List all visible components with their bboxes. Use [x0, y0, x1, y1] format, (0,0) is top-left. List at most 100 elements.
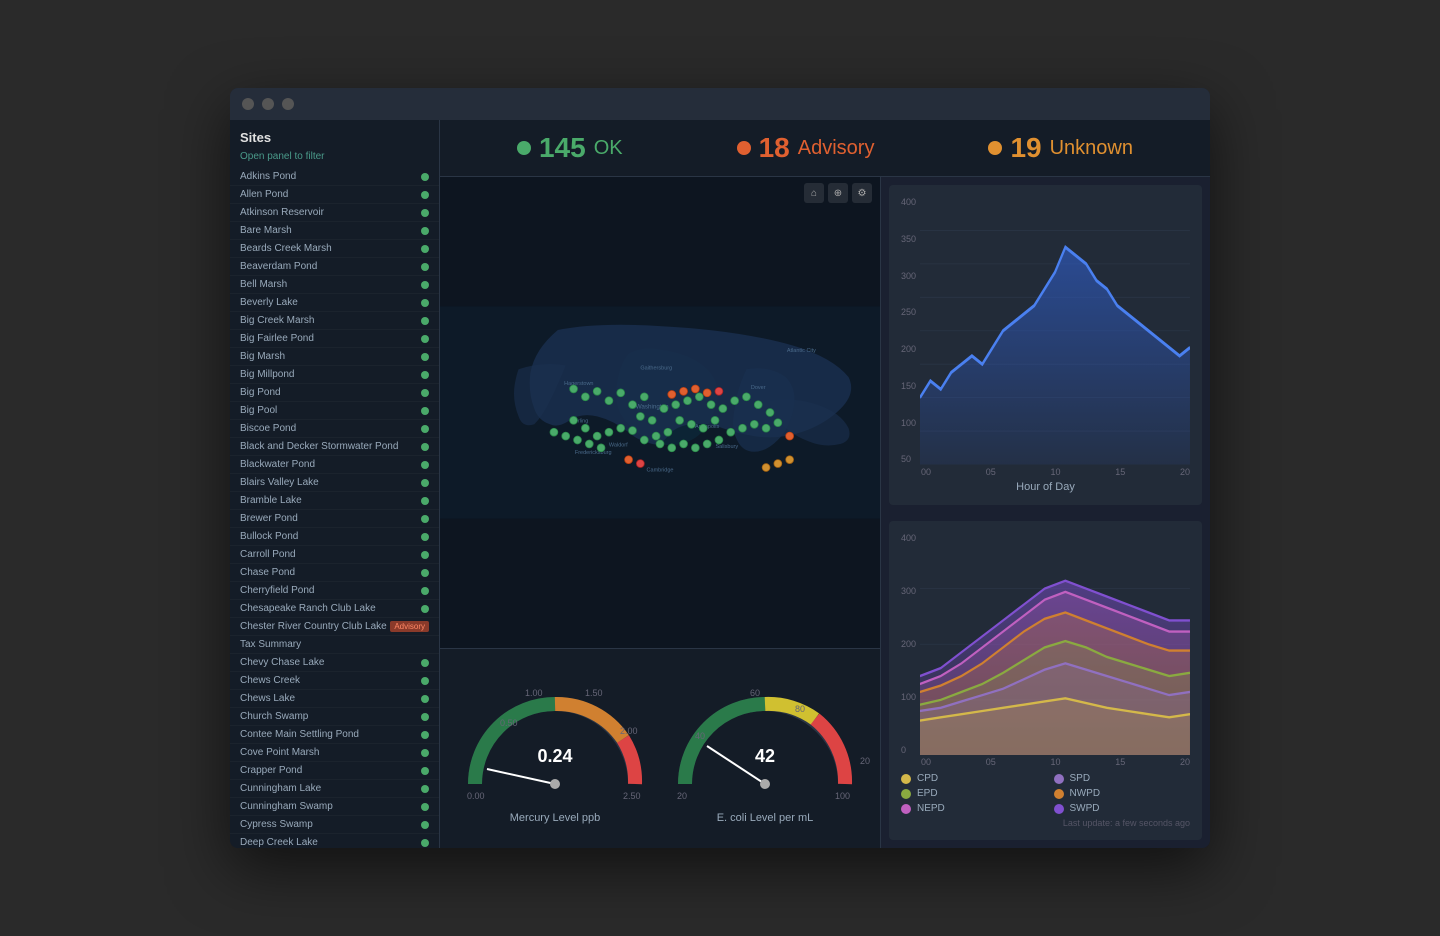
site-status-dot [421, 209, 429, 217]
legend-cpd: CPD [901, 773, 1038, 784]
site-item[interactable]: Beards Creek Marsh [230, 240, 439, 258]
svg-text:Gaithersburg: Gaithersburg [640, 365, 672, 371]
ecoli-gauge-container: 20 60 80 100 40 20 42 E. coli Level per … [665, 674, 865, 824]
ok-count: 145 [539, 132, 586, 164]
site-item[interactable]: Blairs Valley Lake [230, 474, 439, 492]
spd-indicator [1054, 774, 1064, 784]
site-item[interactable]: Beaverdam Pond [230, 258, 439, 276]
legend-swpd: SWPD [1054, 803, 1191, 814]
site-status-dot [421, 191, 429, 199]
site-item[interactable]: Adkins Pond [230, 168, 439, 186]
site-item-name: Blackwater Pond [240, 459, 421, 470]
site-item[interactable]: Big Creek Marsh [230, 312, 439, 330]
map-container[interactable]: ⌂ ⊕ ⚙ [440, 177, 880, 648]
svg-text:42: 42 [755, 746, 775, 766]
sidebar-filter[interactable]: Open panel to filter [230, 149, 439, 168]
site-item[interactable]: Crapper Pond [230, 762, 439, 780]
svg-text:Salisbury: Salisbury [715, 444, 738, 450]
site-item[interactable]: Chews Lake [230, 690, 439, 708]
site-item[interactable]: Chevy Chase Lake [230, 654, 439, 672]
window-close-dot[interactable] [242, 98, 254, 110]
map-home-button[interactable]: ⌂ [804, 183, 824, 203]
site-item[interactable]: Tax Summary [230, 636, 439, 654]
site-status-dot [421, 497, 429, 505]
site-item-name: Chews Lake [240, 693, 421, 704]
site-item[interactable]: Brewer Pond [230, 510, 439, 528]
site-item[interactable]: Cove Point Marsh [230, 744, 439, 762]
site-status-dot [421, 335, 429, 343]
svg-text:Hagerstown: Hagerstown [564, 381, 593, 387]
site-item[interactable]: Cypress Swamp [230, 816, 439, 834]
site-status-dot [421, 569, 429, 577]
ok-indicator [517, 141, 531, 155]
svg-text:1.00: 1.00 [525, 688, 543, 698]
svg-text:Atlantic City: Atlantic City [787, 348, 816, 354]
top-chart-title: Hour of Day [901, 481, 1190, 493]
svg-text:2.00: 2.00 [620, 726, 638, 736]
site-item[interactable]: Bullock Pond [230, 528, 439, 546]
mercury-label: Mercury Level ppb [510, 812, 601, 824]
top-chart-area: 400 350 300 250 200 150 100 50 [901, 197, 1190, 465]
middle-section: ⌂ ⊕ ⚙ [440, 177, 1210, 848]
svg-text:0.24: 0.24 [537, 746, 572, 766]
map-zoom-button[interactable]: ⊕ [828, 183, 848, 203]
site-item[interactable]: Biscoe Pond [230, 420, 439, 438]
site-status-dot [421, 767, 429, 775]
site-item[interactable]: Deep Creek Lake [230, 834, 439, 848]
site-item[interactable]: Church Swamp [230, 708, 439, 726]
site-item[interactable]: Bramble Lake [230, 492, 439, 510]
bottom-chart-yaxis: 400 300 200 100 0 [901, 533, 920, 756]
site-item[interactable]: Chase Pond [230, 564, 439, 582]
mercury-gauge-container: 0.00 1.00 1.50 2.00 2.50 0.50 0.24 Mercu… [455, 674, 655, 824]
site-item-name: Bullock Pond [240, 531, 421, 542]
site-item[interactable]: Chews Creek [230, 672, 439, 690]
site-item-name: Big Millpond [240, 369, 421, 380]
site-item[interactable]: Atkinson Reservoir [230, 204, 439, 222]
site-status-dot [421, 299, 429, 307]
site-status-dot [421, 479, 429, 487]
site-item-name: Chase Pond [240, 567, 421, 578]
site-item[interactable]: Carroll Pond [230, 546, 439, 564]
map-settings-button[interactable]: ⚙ [852, 183, 872, 203]
site-item[interactable]: Big Millpond [230, 366, 439, 384]
content-area: Sites Open panel to filter Adkins PondAl… [230, 120, 1210, 848]
site-item[interactable]: Cunningham Swamp [230, 798, 439, 816]
site-item[interactable]: Big Marsh [230, 348, 439, 366]
site-item-name: Tax Summary [240, 639, 429, 650]
site-item-name: Chevy Chase Lake [240, 657, 421, 668]
svg-text:80: 80 [795, 704, 805, 714]
site-item[interactable]: Allen Pond [230, 186, 439, 204]
window-min-dot[interactable] [262, 98, 274, 110]
site-item[interactable]: Contee Main Settling Pond [230, 726, 439, 744]
site-status-dot [421, 713, 429, 721]
nepd-indicator [901, 804, 911, 814]
site-item[interactable]: Big Pond [230, 384, 439, 402]
site-status-dot [421, 587, 429, 595]
site-item[interactable]: Big Pool [230, 402, 439, 420]
svg-text:Waldorf: Waldorf [609, 442, 628, 448]
site-item[interactable]: Chester River Country Club LakeAdvisory [230, 618, 439, 636]
site-item-name: Church Swamp [240, 711, 421, 722]
bottom-chart-xaxis: 00 05 10 15 20 [901, 757, 1190, 767]
site-item[interactable]: Black and Decker Stormwater Pond [230, 438, 439, 456]
site-item-name: Allen Pond [240, 189, 421, 200]
unknown-indicator [988, 141, 1002, 155]
bottom-chart-area: 400 300 200 100 0 [901, 533, 1190, 756]
svg-text:60: 60 [750, 688, 760, 698]
site-item[interactable]: Cherryfield Pond [230, 582, 439, 600]
window-max-dot[interactable] [282, 98, 294, 110]
site-status-dot [421, 281, 429, 289]
site-item[interactable]: Chesapeake Ranch Club Lake [230, 600, 439, 618]
epd-indicator [901, 789, 911, 799]
top-chart-inner [920, 197, 1190, 465]
site-item[interactable]: Blackwater Pond [230, 456, 439, 474]
site-item[interactable]: Cunningham Lake [230, 780, 439, 798]
bottom-chart-panel: 400 300 200 100 0 [889, 521, 1202, 841]
site-status-dot [421, 533, 429, 541]
site-item[interactable]: Bare Marsh [230, 222, 439, 240]
site-item[interactable]: Big Fairlee Pond [230, 330, 439, 348]
site-item[interactable]: Bell Marsh [230, 276, 439, 294]
advisory-count: 18 [759, 132, 790, 164]
site-item[interactable]: Beverly Lake [230, 294, 439, 312]
site-status-dot [421, 173, 429, 181]
